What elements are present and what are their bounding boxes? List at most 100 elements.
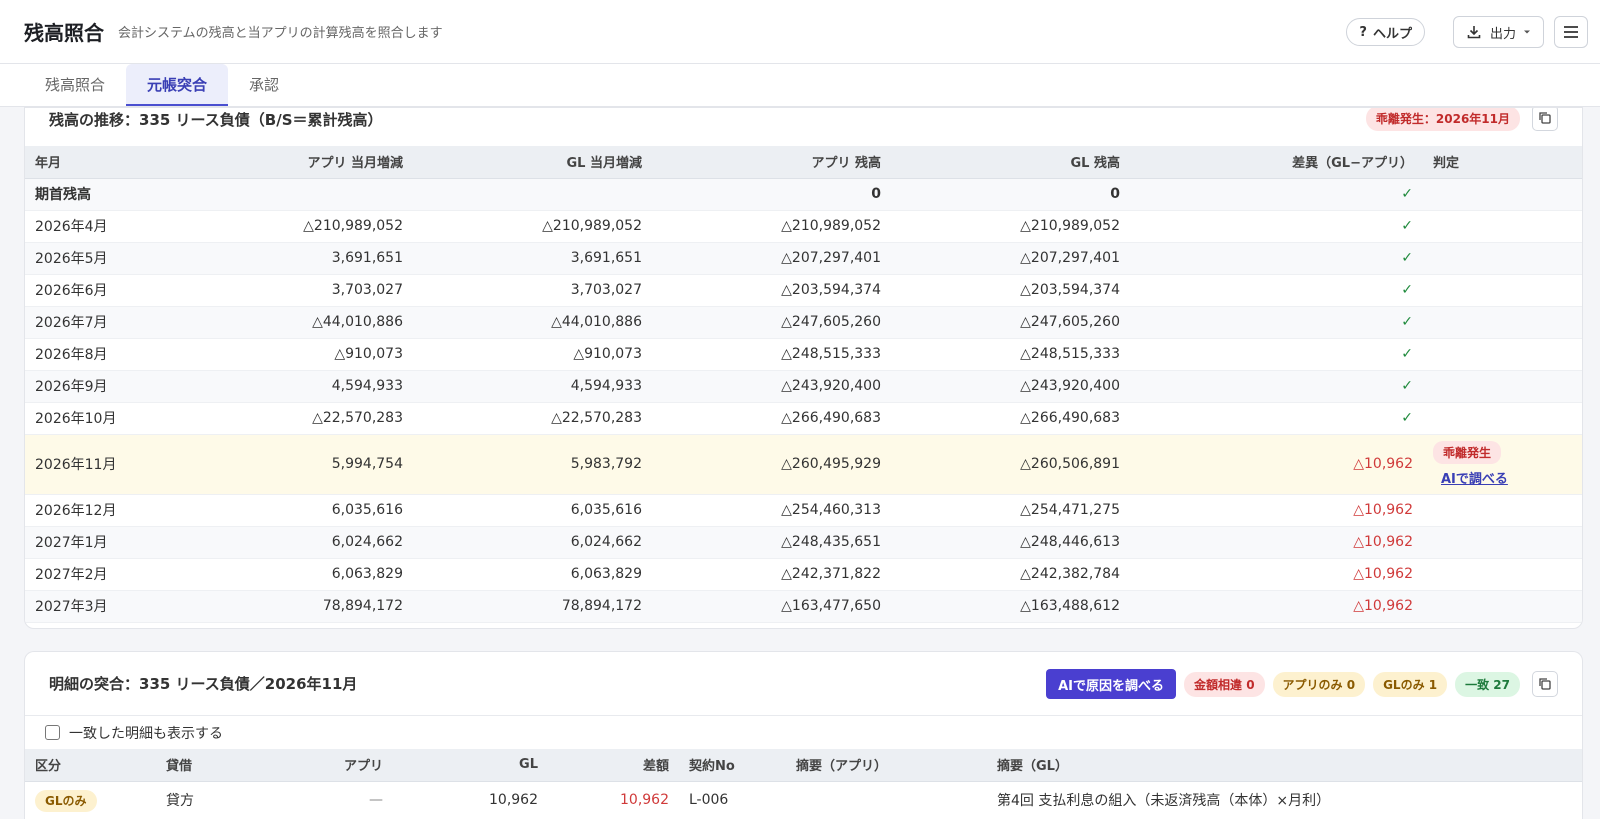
top-actions: ? ヘルプ 出力 xyxy=(1346,16,1588,48)
app-only-filter[interactable]: アプリのみ 0 xyxy=(1272,671,1366,697)
detail-table: 区分 貸借 アプリ GL 差額 契約No 摘要（アプリ） 摘要（GL） GLのみ… xyxy=(25,749,1582,819)
ai-investigate-link[interactable]: AIで調べる xyxy=(1441,468,1572,487)
cell-contract: L-006 xyxy=(679,781,786,819)
match-filter[interactable]: 一致 27 xyxy=(1455,671,1520,697)
help-button[interactable]: ? ヘルプ xyxy=(1346,18,1425,46)
cell-gl: 10,962 xyxy=(393,781,548,819)
output-button[interactable]: 出力 xyxy=(1452,16,1544,48)
cell-month: 2026年6月 xyxy=(25,274,174,307)
cell-memo-app xyxy=(786,781,987,819)
menu-button[interactable] xyxy=(1554,16,1588,48)
cell-app-balance: △248,515,333 xyxy=(652,338,891,371)
opening-app-balance: 0 xyxy=(652,178,891,211)
col-gl-balance: GL 残高 xyxy=(891,146,1130,179)
cell-gl-balance: △248,446,613 xyxy=(891,526,1130,559)
show-matched-checkbox[interactable] xyxy=(45,725,60,740)
col-memo-app: 摘要（アプリ） xyxy=(786,749,987,782)
divergence-status-badge: 乖離発生 xyxy=(1433,441,1502,464)
cell-app-change: △22,570,283 xyxy=(174,402,413,435)
col-side: 貸借 xyxy=(156,749,286,782)
cell-gl-change: 6,063,829 xyxy=(413,558,652,591)
amount-diff-filter[interactable]: 金額相違 0 xyxy=(1184,671,1265,697)
divergence-badge: 乖離発生：2026年11月 xyxy=(1365,108,1520,131)
table-row-divergence: 2026年11月 5,994,754 5,983,792 △260,495,92… xyxy=(25,434,1582,495)
detail-match-card: 明細の突合：335 リース負債／2026年11月 AIで原因を調べる 金額相違 … xyxy=(24,651,1583,819)
tab-ledger[interactable]: 元帳突合 xyxy=(126,64,229,106)
cell-memo-gl: 第4回 支払利息の組入（未返済残高（本体）×月利） xyxy=(987,781,1582,819)
cell-month: 2026年5月 xyxy=(25,242,174,275)
cell-app-change: 4,594,933 xyxy=(174,370,413,403)
table-row: 期首残高 0 0 ✓ xyxy=(25,178,1582,211)
table-row: 2027年2月 6,063,829 6,063,829 △242,371,822… xyxy=(25,558,1582,591)
cell-gl-change: 3,691,651 xyxy=(413,242,652,275)
cell-gl-change: 4,594,933 xyxy=(413,370,652,403)
cell-month: 2026年11月 xyxy=(25,434,174,495)
copy-icon xyxy=(1539,678,1551,690)
cell-app-balance: △254,460,313 xyxy=(652,494,891,527)
top-bar: 残高照合 会計システムの残高と当アプリの計算残高を照合します ? ヘルプ 出力 xyxy=(0,0,1600,64)
cell-app-change: 3,691,651 xyxy=(174,242,413,275)
gl-only-filter[interactable]: GLのみ 1 xyxy=(1373,671,1448,697)
col-app-balance: アプリ 残高 xyxy=(652,146,891,179)
show-matched-toggle[interactable]: 一致した明細も表示する xyxy=(25,716,1582,749)
cell-gl-change: △210,989,052 xyxy=(413,210,652,243)
cell-diff-amount: 10,962 xyxy=(548,781,679,819)
question-icon: ? xyxy=(1359,24,1367,40)
ai-cause-button[interactable]: AIで原因を調べる xyxy=(1046,669,1177,699)
trend-table: 年月 アプリ 当月増減 GL 当月増減 アプリ 残高 GL 残高 差異（GL−ア… xyxy=(25,146,1582,623)
col-gl-change: GL 当月増減 xyxy=(413,146,652,179)
table-row: 2026年10月 △22,570,283 △22,570,283 △266,49… xyxy=(25,402,1582,435)
cell-gl-change: 3,703,027 xyxy=(413,274,652,307)
cell-app-balance: △210,989,052 xyxy=(652,210,891,243)
cell-gl-change: 6,035,616 xyxy=(413,494,652,527)
cell-gl-balance: △260,506,891 xyxy=(891,434,1130,495)
cell-app-change: 6,063,829 xyxy=(174,558,413,591)
cell-app-change: 5,994,754 xyxy=(174,434,413,495)
copy-button[interactable] xyxy=(1532,108,1558,131)
tab-approval[interactable]: 承認 xyxy=(228,64,300,106)
cell-month: 2027年3月 xyxy=(25,590,174,623)
cell-app-balance: △266,490,683 xyxy=(652,402,891,435)
cell-gl-balance: △242,382,784 xyxy=(891,558,1130,591)
trend-header: 残高の推移：335 リース負債（B/S＝累計残高） 乖離発生：2026年11月 xyxy=(25,108,1582,132)
cell-gl-balance: △248,515,333 xyxy=(891,338,1130,371)
cell-app-balance: △260,495,929 xyxy=(652,434,891,495)
cell-month: 2026年12月 xyxy=(25,494,174,527)
page-title: 残高照合 xyxy=(24,21,104,45)
detail-title: 明細の突合：335 リース負債／2026年11月 xyxy=(49,675,358,693)
caret-down-icon xyxy=(1524,30,1530,34)
col-gl: GL xyxy=(393,749,548,782)
col-type: 区分 xyxy=(25,749,156,782)
col-memo-gl: 摘要（GL） xyxy=(987,749,1582,782)
trend-title: 残高の推移：335 リース負債（B/S＝累計残高） xyxy=(49,110,383,129)
cell-app-balance: △243,920,400 xyxy=(652,370,891,403)
cell-app-change: 78,894,172 xyxy=(174,590,413,623)
col-contract: 契約No xyxy=(679,749,786,782)
cell-gl-change: △910,073 xyxy=(413,338,652,371)
judge-cell: 乖離発生 AIで調べる xyxy=(1423,434,1582,495)
cell-diff: △10,962 xyxy=(1130,494,1423,527)
cell-month: 2026年8月 xyxy=(25,338,174,371)
cell-month: 2026年4月 xyxy=(25,210,174,243)
cell-gl-balance: △163,488,612 xyxy=(891,590,1130,623)
cell-month: 2027年2月 xyxy=(25,558,174,591)
cell-app-balance: △207,297,401 xyxy=(652,242,891,275)
hamburger-icon xyxy=(1564,26,1578,38)
tab-balance[interactable]: 残高照合 xyxy=(24,64,126,106)
download-icon xyxy=(1467,26,1481,39)
check-icon: ✓ xyxy=(1130,306,1423,339)
copy-button[interactable] xyxy=(1532,671,1558,697)
table-row: 2026年12月 6,035,616 6,035,616 △254,460,31… xyxy=(25,494,1582,527)
check-icon: ✓ xyxy=(1130,338,1423,371)
cell-gl-change: △22,570,283 xyxy=(413,402,652,435)
cell-diff: △10,962 xyxy=(1130,434,1423,495)
detail-header-row: 区分 貸借 アプリ GL 差額 契約No 摘要（アプリ） 摘要（GL） xyxy=(25,749,1582,782)
col-judge: 判定 xyxy=(1423,146,1582,179)
table-row: 2027年3月 78,894,172 78,894,172 △163,477,6… xyxy=(25,590,1582,623)
cell-app-balance: △247,605,260 xyxy=(652,306,891,339)
table-row: GLのみ 貸方 — 10,962 10,962 L-006 第4回 支払利息の組… xyxy=(25,781,1582,819)
cell-diff: △10,962 xyxy=(1130,590,1423,623)
cell-app-balance: △203,594,374 xyxy=(652,274,891,307)
cell-gl-balance: △266,490,683 xyxy=(891,402,1130,435)
output-label: 出力 xyxy=(1489,26,1516,42)
